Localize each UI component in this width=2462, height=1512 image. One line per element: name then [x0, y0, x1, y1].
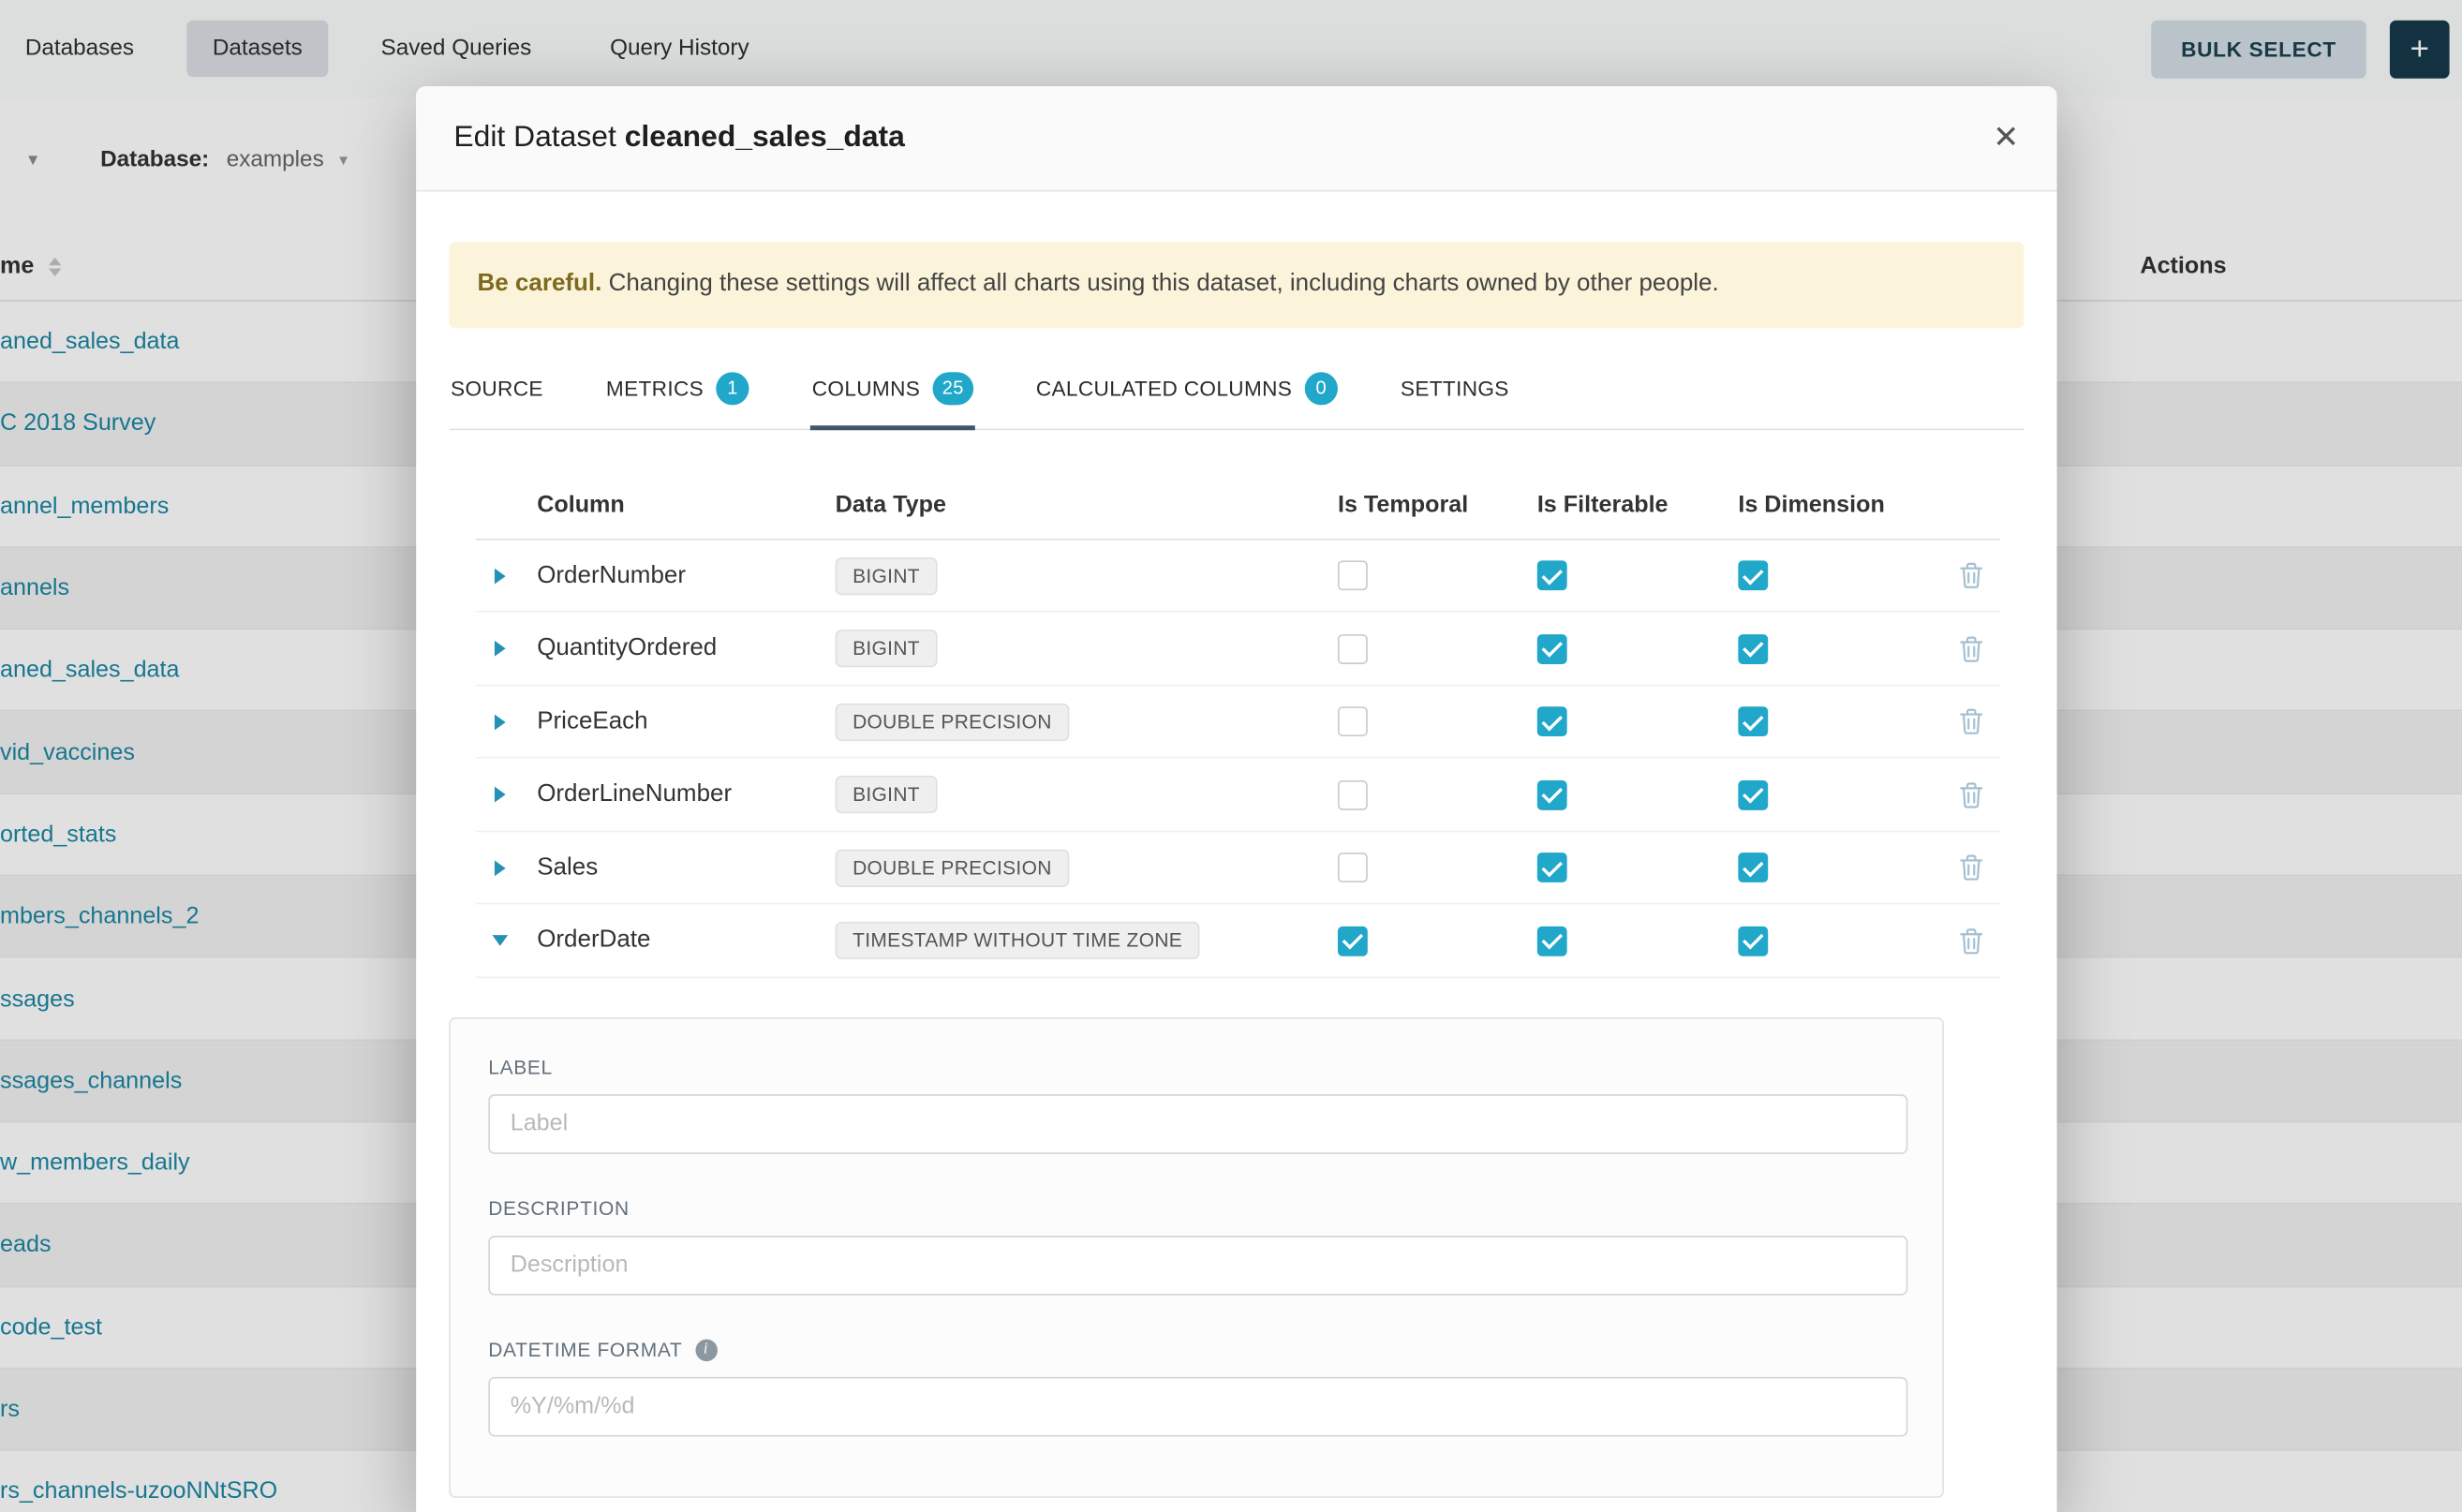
- warning-banner: Be careful. Changing these settings will…: [449, 242, 2024, 328]
- delete-column-icon[interactable]: [1959, 635, 1982, 661]
- description-field-label: DESCRIPTION: [488, 1198, 1905, 1220]
- column-row: OrderDate TIMESTAMP WITHOUT TIME ZONE: [476, 905, 2000, 978]
- description-field-group: DESCRIPTION: [488, 1198, 1905, 1296]
- tab-settings-label: SETTINGS: [1401, 377, 1509, 400]
- is-filterable-checkbox[interactable]: [1537, 706, 1567, 736]
- is-temporal-header: Is Temporal: [1326, 491, 1525, 517]
- label-input[interactable]: [488, 1094, 1907, 1154]
- modal-title-prefix: Edit Dataset: [453, 121, 616, 154]
- expand-caret-icon[interactable]: [495, 568, 506, 584]
- is-filterable-checkbox[interactable]: [1537, 852, 1567, 882]
- is-temporal-checkbox[interactable]: [1338, 634, 1368, 664]
- app-root: Databases Datasets Saved Queries Query H…: [0, 0, 2462, 1512]
- delete-column-icon[interactable]: [1959, 708, 1982, 734]
- edit-dataset-modal: Edit Dataset cleaned_sales_data ✕ Be car…: [416, 86, 2056, 1512]
- data-type-badge: BIGINT: [836, 630, 938, 667]
- expand-caret-icon[interactable]: [495, 714, 506, 730]
- delete-column-icon[interactable]: [1959, 781, 1982, 808]
- is-dimension-checkbox[interactable]: [1738, 561, 1768, 591]
- is-dimension-checkbox[interactable]: [1738, 634, 1768, 664]
- column-name: QuantityOrdered: [525, 634, 823, 662]
- tab-calculated-columns-label: CALCULATED COLUMNS: [1036, 377, 1292, 400]
- tab-metrics-label: METRICS: [606, 377, 704, 400]
- datetime-format-field-group: DATETIME FORMAT i: [488, 1340, 1905, 1437]
- columns-table: Column Data Type Is Temporal Is Filterab…: [476, 471, 2000, 978]
- is-temporal-checkbox[interactable]: [1338, 779, 1368, 809]
- expand-caret-icon[interactable]: [495, 787, 506, 803]
- info-icon[interactable]: i: [695, 1340, 717, 1361]
- expand-caret-icon[interactable]: [495, 641, 506, 657]
- is-dimension-checkbox[interactable]: [1738, 706, 1768, 736]
- warning-text: Changing these settings will affect all …: [601, 270, 1718, 296]
- expand-caret-icon[interactable]: [492, 935, 508, 946]
- datetime-format-input[interactable]: [488, 1377, 1907, 1437]
- tab-columns-label: COLUMNS: [812, 377, 921, 400]
- tab-columns[interactable]: COLUMNS 25: [810, 361, 974, 430]
- expand-caret-icon[interactable]: [495, 860, 506, 876]
- data-type-badge: DOUBLE PRECISION: [836, 703, 1069, 740]
- data-type-badge: DOUBLE PRECISION: [836, 849, 1069, 886]
- modal-title: Edit Dataset cleaned_sales_data: [453, 121, 905, 156]
- modal-body: Be careful. Changing these settings will…: [416, 242, 2056, 1498]
- modal-header: Edit Dataset cleaned_sales_data ✕: [416, 86, 2056, 191]
- is-dimension-header: Is Dimension: [1726, 491, 1941, 517]
- column-name: Sales: [525, 853, 823, 882]
- tab-source-label: SOURCE: [451, 377, 543, 400]
- data-type-header: Data Type: [823, 491, 1325, 517]
- column-row: OrderNumber BIGINT: [476, 540, 2000, 613]
- is-dimension-checkbox[interactable]: [1738, 779, 1768, 809]
- close-icon[interactable]: ✕: [1993, 123, 2019, 155]
- calculated-columns-count-badge: 0: [1305, 372, 1338, 405]
- column-name: OrderNumber: [525, 561, 823, 589]
- is-filterable-checkbox[interactable]: [1537, 561, 1567, 591]
- delete-column-icon[interactable]: [1959, 562, 1982, 588]
- description-input[interactable]: [488, 1236, 1907, 1296]
- warning-bold: Be careful.: [478, 270, 602, 296]
- datetime-format-label-text: DATETIME FORMAT: [488, 1340, 682, 1361]
- is-filterable-checkbox[interactable]: [1537, 779, 1567, 809]
- is-filterable-checkbox[interactable]: [1537, 634, 1567, 664]
- is-temporal-checkbox[interactable]: [1338, 561, 1368, 591]
- data-type-badge: BIGINT: [836, 776, 938, 813]
- column-row: Sales DOUBLE PRECISION: [476, 832, 2000, 905]
- data-type-badge: BIGINT: [836, 556, 938, 594]
- delete-column-icon[interactable]: [1959, 927, 1982, 954]
- is-filterable-header: Is Filterable: [1524, 491, 1726, 517]
- is-filterable-checkbox[interactable]: [1537, 926, 1567, 956]
- columns-count-badge: 25: [933, 372, 973, 405]
- label-field-group: LABEL: [488, 1057, 1905, 1154]
- column-name: PriceEach: [525, 707, 823, 735]
- column-name: OrderDate: [525, 926, 823, 955]
- is-dimension-checkbox[interactable]: [1738, 926, 1768, 956]
- column-detail-panel: LABEL DESCRIPTION DATETIME FORMAT i: [449, 1017, 1944, 1498]
- modal-tabs: SOURCE METRICS 1 COLUMNS 25 CALCULATED C…: [449, 361, 2024, 430]
- columns-table-header: Column Data Type Is Temporal Is Filterab…: [476, 471, 2000, 541]
- is-temporal-checkbox[interactable]: [1338, 926, 1368, 956]
- is-temporal-checkbox[interactable]: [1338, 852, 1368, 882]
- tab-metrics[interactable]: METRICS 1: [604, 361, 750, 430]
- column-row: QuantityOrdered BIGINT: [476, 613, 2000, 686]
- tab-calculated-columns[interactable]: CALCULATED COLUMNS 0: [1034, 361, 1339, 430]
- column-row: PriceEach DOUBLE PRECISION: [476, 686, 2000, 759]
- columns-table-rows: OrderNumber BIGINT: [476, 540, 2000, 978]
- delete-column-icon[interactable]: [1959, 854, 1982, 881]
- column-name: OrderLineNumber: [525, 780, 823, 808]
- data-type-badge: TIMESTAMP WITHOUT TIME ZONE: [836, 922, 1200, 959]
- tab-settings[interactable]: SETTINGS: [1399, 361, 1510, 430]
- label-field-label: LABEL: [488, 1057, 1905, 1078]
- is-dimension-checkbox[interactable]: [1738, 852, 1768, 882]
- column-header: Column: [525, 491, 823, 517]
- modal-title-dataset-name: cleaned_sales_data: [625, 121, 905, 154]
- datetime-format-field-label: DATETIME FORMAT i: [488, 1340, 1905, 1361]
- column-row: OrderLineNumber BIGINT: [476, 759, 2000, 832]
- metrics-count-badge: 1: [716, 372, 749, 405]
- tab-source[interactable]: SOURCE: [449, 361, 544, 430]
- is-temporal-checkbox[interactable]: [1338, 706, 1368, 736]
